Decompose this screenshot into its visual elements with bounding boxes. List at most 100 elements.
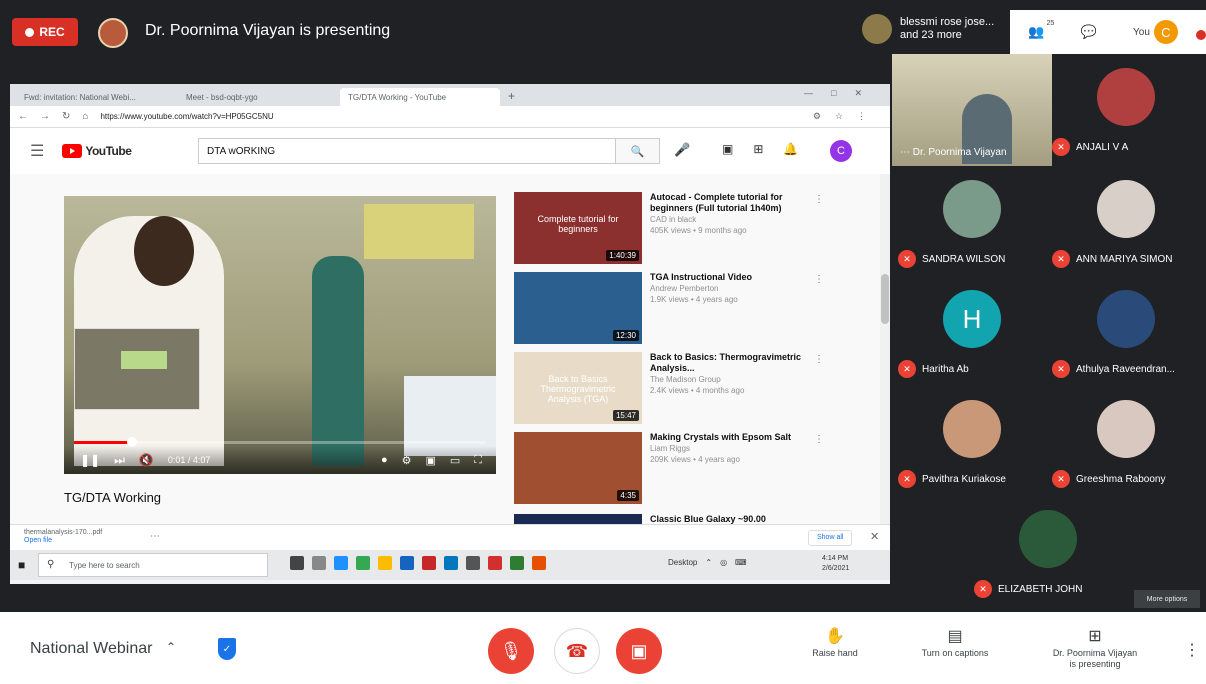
notifications-icon[interactable]: 🔔 [783, 142, 798, 156]
pause-icon[interactable]: ❚❚ [80, 453, 100, 467]
recommendation-title[interactable]: Back to Basics: Thermogravimetric Analys… [650, 352, 810, 374]
recording-label: REC [39, 25, 65, 39]
camera-off-button[interactable]: ▣ [616, 628, 662, 674]
file-explorer-icon[interactable] [378, 556, 392, 570]
autoplay-toggle-icon[interactable]: ● [381, 454, 388, 467]
edge-icon[interactable] [334, 556, 348, 570]
other-participants[interactable]: blessmi rose jose... and 23 more [862, 14, 1010, 44]
recommendation-item[interactable]: Back to Basics Thermogravimetric Analysi… [514, 352, 824, 430]
window-controls[interactable]: —□✕ [804, 88, 880, 99]
more-options-icon[interactable]: ⋮ [1184, 640, 1200, 660]
new-tab-icon[interactable]: + [502, 86, 521, 106]
keyboard-icon[interactable]: ⌨ [735, 558, 747, 567]
taskbar-app-icon[interactable] [312, 556, 326, 570]
apps-grid-icon[interactable]: ⊞ [753, 142, 763, 156]
taskbar-app-icon[interactable] [532, 556, 546, 570]
recommendation-thumbnail[interactable]: Complete tutorial for beginners 1:40:39 [514, 192, 642, 264]
settings-icon[interactable]: ⚙ [402, 454, 412, 467]
mute-icon[interactable]: 🔇 [139, 453, 154, 467]
recommendation-thumbnail[interactable]: 12:30 [514, 272, 642, 344]
youtube-search-input[interactable]: DTA wORKING 🔍 [198, 138, 660, 164]
taskbar-search-input[interactable]: ⚲ Type here to search [38, 553, 268, 577]
recommendation-channel[interactable]: Liam Riggs [650, 443, 810, 454]
recommendation-channel[interactable]: CAD in black [650, 214, 810, 225]
captions-button[interactable]: ▤ Turn on captions [900, 626, 1010, 659]
menu-icon[interactable]: ☰ [30, 141, 44, 161]
page-scrollbar[interactable] [880, 174, 890, 524]
recommendation-title[interactable]: Making Crystals with Epsom Salt [650, 432, 810, 443]
browser-tab[interactable]: Meet - bsd-oqbt-ygo [178, 88, 338, 106]
miniplayer-icon[interactable]: ▣ [425, 454, 435, 467]
desktop-label[interactable]: Desktop [668, 558, 697, 567]
presenter-video-tile[interactable]: ⋯ Dr. Poornima Vijayan [892, 54, 1052, 166]
raise-hand-button[interactable]: ✋ Raise hand [780, 626, 890, 659]
participant-tile[interactable]: ✕ ANN MARIYA SIMON [1046, 166, 1206, 276]
more-actions-icon[interactable]: ⋮ [814, 194, 824, 205]
browser-toolbar-icons[interactable]: ⚙☆⋮ [813, 111, 880, 122]
download-options-icon[interactable]: ⋯ [150, 531, 160, 542]
show-all-button[interactable]: Show all [808, 530, 853, 546]
meeting-name[interactable]: National Webinar [30, 640, 152, 658]
recommendation-channel[interactable]: Andrew Pemberton [650, 283, 810, 294]
participant-tile[interactable]: ✕ ANJALI V A [1046, 54, 1206, 164]
tray-expand-icon[interactable]: ⌃ [705, 558, 712, 567]
video-progress-bar[interactable] [74, 437, 486, 447]
more-options-tooltip: More options [1134, 590, 1200, 608]
more-actions-icon[interactable]: ⋮ [814, 354, 824, 365]
reload-icon[interactable]: ↻ [62, 111, 70, 122]
mail-icon[interactable] [444, 556, 458, 570]
recommendation-item[interactable]: 12:30 TGA Instructional Video Andrew Pembe… [514, 272, 824, 350]
participant-tile[interactable]: ✕ ELIZABETH JOHN [968, 496, 1128, 606]
pdf-app-icon[interactable] [422, 556, 436, 570]
presenting-button[interactable]: ⊞ Dr. Poornima Vijayan is presenting [1040, 626, 1150, 670]
more-actions-icon[interactable]: ⋮ [814, 434, 824, 445]
leave-call-button[interactable]: ☎ [554, 628, 600, 674]
task-view-icon[interactable] [290, 556, 304, 570]
browser-tab[interactable]: Fwd: invitation: National Webi... [16, 88, 176, 106]
store-icon[interactable] [400, 556, 414, 570]
chevron-up-icon[interactable]: ⌃ [166, 640, 176, 654]
taskbar-app-icon[interactable] [488, 556, 502, 570]
presenter-name-label: Dr. Poornima Vijayan [912, 147, 1007, 158]
more-actions-icon[interactable]: ⋮ [814, 274, 824, 285]
home-icon[interactable]: ⌂ [82, 111, 88, 122]
search-icon[interactable]: 🔍 [615, 139, 659, 163]
participant-tile[interactable]: H ✕ Haritha Ab [892, 276, 1052, 386]
forward-icon[interactable]: → [40, 111, 50, 122]
recommendation-thumbnail[interactable]: 4:35 [514, 432, 642, 504]
url-field[interactable]: https://www.youtube.com/watch?v=HP05GC5N… [100, 112, 273, 121]
recommendation-item[interactable]: 4:35 Making Crystals with Epsom Salt Liam … [514, 432, 824, 510]
taskbar-app-icon[interactable] [510, 556, 524, 570]
recommendation-title[interactable]: Autocad - Complete tutorial for beginner… [650, 192, 810, 214]
people-icon[interactable]: 👥 25 [1028, 20, 1054, 40]
self-account[interactable]: You C [1133, 20, 1178, 44]
recommendation-channel[interactable]: The Madison Group [650, 374, 810, 385]
participant-tile[interactable]: ✕ Athulya Raveendran... [1046, 276, 1206, 386]
back-icon[interactable]: ← [18, 111, 28, 122]
participant-tile[interactable]: ✕ SANDRA WILSON [892, 166, 1052, 276]
next-icon[interactable]: ⏭ [114, 453, 125, 468]
close-icon[interactable]: ✕ [870, 530, 879, 543]
taskbar-clock[interactable]: 4:14 PM 2/6/2021 [822, 554, 849, 574]
chrome-icon[interactable] [356, 556, 370, 570]
page-scroll-thumb[interactable] [881, 274, 889, 324]
browser-tab-active[interactable]: TG/DTA Working - YouTube [340, 88, 500, 106]
taskbar-app-icon[interactable] [466, 556, 480, 570]
recommendation-title[interactable]: TGA Instructional Video [650, 272, 810, 283]
chat-icon[interactable]: 💬 [1081, 24, 1097, 40]
youtube-account-avatar[interactable]: C [830, 140, 852, 162]
participant-tile[interactable]: ✕ Greeshma Raboony [1046, 386, 1206, 496]
recommendation-thumbnail[interactable]: Back to Basics Thermogravimetric Analysi… [514, 352, 642, 424]
theater-icon[interactable]: ▭ [450, 454, 460, 467]
shield-icon[interactable]: ✓ [218, 638, 236, 660]
microphone-icon[interactable]: 🎤 [674, 142, 690, 158]
create-video-icon[interactable]: ▣ [722, 142, 733, 156]
video-player[interactable]: ❚❚ ⏭ 🔇 0:01 / 4:07 ● ⚙ ▣ ▭ ⛶ [64, 196, 496, 474]
youtube-logo[interactable]: YouTube [62, 144, 132, 158]
fullscreen-icon[interactable]: ⛶ [474, 454, 482, 467]
recommendation-item[interactable]: Complete tutorial for beginners 1:40:39 Au… [514, 192, 824, 270]
microphone-off-button[interactable]: 🎙 [488, 628, 534, 674]
network-icon[interactable]: ◎ [720, 558, 727, 567]
participant-tile[interactable]: ✕ Pavithra Kuriakose [892, 386, 1052, 496]
windows-start-icon[interactable]: ■ [18, 558, 25, 572]
